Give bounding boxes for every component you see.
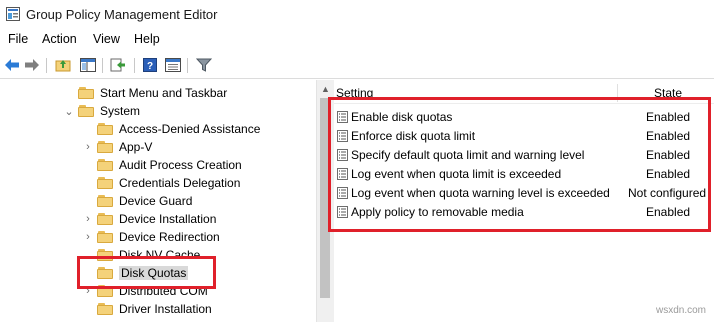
filter-icon[interactable] [196,57,212,73]
tree-item-device-installation[interactable]: Device Installation [97,210,216,228]
tree-item-app-v[interactable]: App-V [97,138,152,156]
folder-icon [97,231,113,243]
chevron-right-icon[interactable]: › [83,231,93,243]
svg-text:?: ? [147,61,153,72]
help-icon[interactable]: ? [142,57,158,73]
policy-state: Not configured [628,186,707,200]
tree-item-system[interactable]: System [78,102,140,120]
policy-setting-icon [337,168,348,180]
window-title: Group Policy Management Editor [26,7,218,22]
folder-icon [97,303,113,315]
folder-open-icon [78,105,94,117]
scroll-up-arrow-icon[interactable]: ▲ [321,84,330,94]
folder-icon [97,141,113,153]
chevron-down-icon[interactable]: ⌄ [64,106,74,118]
tree-item-label: App-V [119,140,153,154]
forward-arrow-icon[interactable] [24,57,40,73]
tree-scrollbar[interactable]: ▲ [316,80,334,322]
toolbar-separator [102,58,103,73]
menu-action[interactable]: Action [42,32,77,46]
toolbar-separator [187,58,188,73]
folder-icon [97,159,113,171]
tree-item-start-menu-and-taskbar[interactable]: Start Menu and Taskbar [78,84,227,102]
properties-view-icon[interactable] [165,57,181,73]
policy-row[interactable]: Enforce disk quota limit Enabled [334,127,714,146]
policy-setting-name: Enforce disk quota limit [351,129,476,143]
policy-state: Enabled [646,167,691,181]
chevron-right-icon[interactable]: › [83,141,93,153]
folder-icon [97,249,113,261]
policy-setting-icon [337,111,348,123]
policy-setting-icon [337,149,348,161]
folder-icon [97,285,113,297]
export-list-icon[interactable] [110,57,126,73]
policy-row[interactable]: Apply policy to removable media Enabled [334,203,714,222]
tree-item-label: Driver Installation [119,302,212,316]
folder-icon [97,123,113,135]
tree-item-label-selected: Disk Quotas [119,266,189,280]
folder-icon [97,195,113,207]
chevron-right-icon[interactable]: › [83,213,93,225]
policy-row[interactable]: Enable disk quotas Enabled [334,108,714,127]
policy-state: Enabled [646,129,691,143]
menu-help[interactable]: Help [134,32,160,46]
tree-item-label: Disk NV Cache [119,248,201,262]
policy-state: Enabled [646,110,691,124]
folder-icon [97,267,113,279]
up-folder-icon[interactable] [55,57,71,73]
tree-item-driver-installation[interactable]: Driver Installation [97,300,212,318]
tree-item-label: System [100,104,141,118]
menu-file[interactable]: File [8,32,28,46]
policy-setting-icon [337,187,348,199]
column-header-state[interactable]: State [654,86,682,100]
policy-setting-icon [337,206,348,218]
tree-item-label: Audit Process Creation [119,158,242,172]
tree-item-disk-nv-cache[interactable]: Disk NV Cache [97,246,200,264]
menu-view[interactable]: View [93,32,120,46]
title-bar: Group Policy Management Editor [0,0,714,30]
policy-row[interactable]: Specify default quota limit and warning … [334,146,714,165]
tree-pane: Start Menu and Taskbar ⌄ System Access-D… [0,80,316,322]
policy-setting-name: Log event when quota limit is exceeded [351,167,562,181]
policy-state: Enabled [646,148,691,162]
tree-item-credentials-delegation[interactable]: Credentials Delegation [97,174,240,192]
tree-item-label: Distributed COM [119,284,208,298]
chevron-right-icon[interactable]: › [83,285,93,297]
toolbar-separator [134,58,135,73]
tree-item-device-redirection[interactable]: Device Redirection [97,228,220,246]
header-divider [334,103,714,104]
settings-list-pane: Setting State Enable disk quotas Enabled… [334,80,714,322]
column-header-setting[interactable]: Setting [336,86,373,100]
tree-item-disk-quotas[interactable]: Disk Quotas [97,264,189,282]
policy-row[interactable]: Log event when quota limit is exceeded E… [334,165,714,184]
watermark: wsxdn.com [655,305,706,316]
column-divider[interactable] [617,84,618,102]
group-policy-app-icon [6,7,20,21]
policy-row[interactable]: Log event when quota warning level is ex… [334,184,714,203]
policy-setting-name: Apply policy to removable media [351,205,524,219]
show-hide-tree-icon[interactable] [80,57,96,73]
folder-icon [97,213,113,225]
tree-item-label: Credentials Delegation [119,176,241,190]
tree-item-access-denied-assistance[interactable]: Access-Denied Assistance [97,120,260,138]
tree-item-audit-process-creation[interactable]: Audit Process Creation [97,156,242,174]
tree-item-label: Device Guard [119,194,193,208]
tree-item-distributed-com[interactable]: Distributed COM [97,282,208,300]
tree-item-device-guard[interactable]: Device Guard [97,192,192,210]
tree-item-label: Access-Denied Assistance [119,122,261,136]
policy-setting-icon [337,130,348,142]
policy-state: Enabled [646,205,691,219]
folder-icon [97,177,113,189]
scroll-thumb[interactable] [320,98,330,298]
toolbar-separator [46,58,47,73]
back-arrow-icon[interactable] [4,57,20,73]
policy-setting-name: Log event when quota warning level is ex… [351,186,610,200]
tree-item-label: Start Menu and Taskbar [100,86,228,100]
tree-item-label: Device Redirection [119,230,220,244]
tree-item-label: Device Installation [119,212,217,226]
folder-icon [78,87,94,99]
policy-setting-name: Specify default quota limit and warning … [351,148,585,162]
policy-setting-name: Enable disk quotas [351,110,453,124]
toolbar: ? [0,52,714,79]
